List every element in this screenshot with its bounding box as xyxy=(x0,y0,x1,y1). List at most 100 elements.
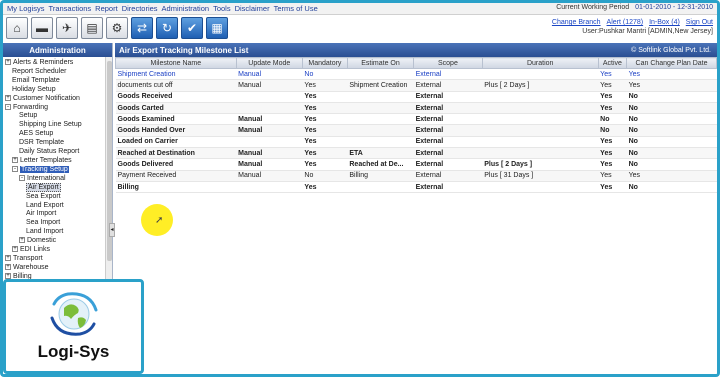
table-row[interactable]: Goods Delivered Manual Yes Reached at De...… xyxy=(115,158,717,171)
column-header[interactable]: Scope xyxy=(413,57,483,69)
table-cell xyxy=(347,91,414,103)
table-cell: ETA xyxy=(347,147,414,160)
sidebar-item[interactable]: + Letter Templates xyxy=(3,157,112,166)
table-row[interactable]: Goods Examined Manual Yes External No No xyxy=(115,113,717,126)
table-cell: Yes xyxy=(302,91,348,103)
sidebar-item[interactable]: Setup xyxy=(3,112,112,121)
table-row[interactable]: Goods Received Yes External Yes No xyxy=(115,91,717,103)
table-row[interactable]: Loaded on Carrier Yes External Yes No xyxy=(115,136,717,149)
sidebar-item[interactable]: Daily Status Report xyxy=(3,148,112,157)
sidebar-item[interactable]: - Tracking Setup xyxy=(3,165,112,175)
table-row[interactable]: Billing Yes External Yes No xyxy=(115,181,717,194)
globe-logo-icon xyxy=(50,292,98,336)
sidebar-item[interactable]: Report Scheduler xyxy=(3,68,112,77)
table-cell: Yes xyxy=(626,170,717,182)
sidebar-item[interactable]: Sea Import xyxy=(3,219,112,228)
sidebar-item[interactable]: + Customer Notification xyxy=(3,95,112,104)
sidebar-item-label: Daily Status Report xyxy=(19,148,80,156)
column-header[interactable]: Update Mode xyxy=(235,57,303,69)
document-icon[interactable]: ▦ xyxy=(206,17,228,39)
sidebar-item[interactable]: Email Template xyxy=(3,77,112,86)
inbox-link[interactable]: In-Box (4) xyxy=(649,19,680,26)
expand-icon[interactable]: + xyxy=(12,157,18,164)
menu-item-tools[interactable]: Tools xyxy=(213,4,231,13)
panel-header: Air Export Tracking Milestone List © Sof… xyxy=(115,43,717,57)
navigation-tree: + Alerts & Reminders Report Scheduler Email… xyxy=(3,57,112,282)
working-period-value[interactable]: 01-01-2010 - 12-31-2010 xyxy=(635,4,713,11)
table-cell: Yes xyxy=(598,158,627,171)
report-icon[interactable]: ▤ xyxy=(81,17,103,39)
truck-icon[interactable]: ▬ xyxy=(31,17,53,39)
menu-item-terms[interactable]: Terms of Use xyxy=(274,4,318,13)
sidebar-item[interactable]: Holiday Setup xyxy=(3,86,112,95)
collapse-icon[interactable]: - xyxy=(5,103,11,110)
menu-item-disclaimer[interactable]: Disclaimer xyxy=(235,4,270,13)
column-header[interactable]: Estimate On xyxy=(346,57,415,69)
sidebar-item-label: Holiday Setup xyxy=(12,85,56,93)
sidebar-item[interactable]: + Transport xyxy=(3,255,112,264)
sign-out-link[interactable]: Sign Out xyxy=(686,19,713,26)
expand-icon[interactable]: + xyxy=(5,94,11,101)
table-cell: Goods Examined xyxy=(115,113,237,126)
table-row[interactable]: Goods Carted Yes External Yes No xyxy=(115,102,717,115)
menu-item-directories[interactable]: Directories xyxy=(122,4,158,13)
sidebar-item[interactable]: Air Export xyxy=(3,182,112,193)
table-cell: External xyxy=(413,68,483,81)
sidebar-item[interactable]: + EDI Links xyxy=(3,246,112,255)
table-row[interactable]: Shipment Creation Manual No External Yes Yes xyxy=(115,68,717,81)
column-header[interactable]: Active xyxy=(597,57,628,69)
collapse-icon[interactable]: - xyxy=(12,166,18,173)
menu-item-my-logisys[interactable]: My Logisys xyxy=(7,4,45,13)
table-cell xyxy=(347,113,414,126)
sidebar-item[interactable]: + Alerts & Reminders xyxy=(3,59,112,68)
sidebar-item[interactable]: Land Export xyxy=(3,202,112,211)
sidebar-item-label: Air Import xyxy=(26,210,57,218)
sidebar-item-label: DSR Template xyxy=(19,139,65,147)
column-header[interactable]: Milestone Name xyxy=(115,57,237,69)
table-row[interactable]: Reached at Destination Manual Yes ETA Extern… xyxy=(115,147,717,160)
column-header[interactable]: Duration xyxy=(481,57,599,69)
change-branch-link[interactable]: Change Branch xyxy=(552,19,601,26)
expand-icon[interactable]: + xyxy=(5,255,11,262)
sidebar-item[interactable]: - Forwarding xyxy=(3,104,112,113)
warehouse-icon[interactable]: ⌂ xyxy=(6,17,28,39)
refresh-icon[interactable]: ↻ xyxy=(156,17,178,39)
mouse-pointer-icon: ➚ xyxy=(155,215,164,226)
table-cell: Yes xyxy=(598,170,627,182)
sidebar-item-label: Land Export xyxy=(26,201,64,209)
airplane-icon[interactable]: ✈ xyxy=(56,17,78,39)
sidebar-item[interactable]: AES Setup xyxy=(3,130,112,139)
sidebar-item[interactable]: + Domestic xyxy=(3,237,112,246)
table-row[interactable]: documents cut off Manual Yes Shipment Creat… xyxy=(115,79,717,92)
sidebar-item[interactable]: DSR Template xyxy=(3,139,112,148)
sidebar-item[interactable]: Sea Export xyxy=(3,193,112,202)
column-header[interactable]: Can Change Plan Date xyxy=(626,57,717,69)
column-header[interactable]: Mandatory xyxy=(301,57,348,69)
table-cell xyxy=(482,91,599,103)
expand-icon[interactable]: + xyxy=(5,264,11,270)
sidebar-item-label: Air Export xyxy=(26,182,61,192)
expand-icon[interactable]: + xyxy=(19,237,25,244)
collapse-icon[interactable]: - xyxy=(19,174,25,181)
sidebar-item-label: International xyxy=(27,174,66,182)
sidebar-item[interactable]: Shipping Line Setup xyxy=(3,121,112,130)
menu-item-report[interactable]: Report xyxy=(95,4,118,13)
logo-panel: Logi-Sys xyxy=(3,279,144,374)
transfer-icon[interactable]: ⇄ xyxy=(131,17,153,39)
menu-item-administration[interactable]: Administration xyxy=(162,4,210,13)
table-cell xyxy=(482,147,599,160)
table-row[interactable]: Payment Received Manual No Billing External P… xyxy=(115,170,717,182)
table-cell xyxy=(482,68,599,81)
alert-link[interactable]: Alert (1278) xyxy=(607,19,644,26)
sidebar-item[interactable]: Air Import xyxy=(3,210,112,219)
expand-icon[interactable]: + xyxy=(5,59,11,66)
table-row[interactable]: Goods Handed Over Manual Yes External No No xyxy=(115,124,717,137)
sidebar-item[interactable]: Land Import xyxy=(3,228,112,237)
menu-item-transactions[interactable]: Transactions xyxy=(49,4,92,13)
table-cell: No xyxy=(626,124,717,137)
expand-icon[interactable]: + xyxy=(5,272,11,279)
expand-icon[interactable]: + xyxy=(12,246,18,253)
settings-icon[interactable]: ⚙ xyxy=(106,17,128,39)
sidebar-item[interactable]: + Warehouse xyxy=(3,264,112,273)
checklist-icon[interactable]: ✔ xyxy=(181,17,203,39)
